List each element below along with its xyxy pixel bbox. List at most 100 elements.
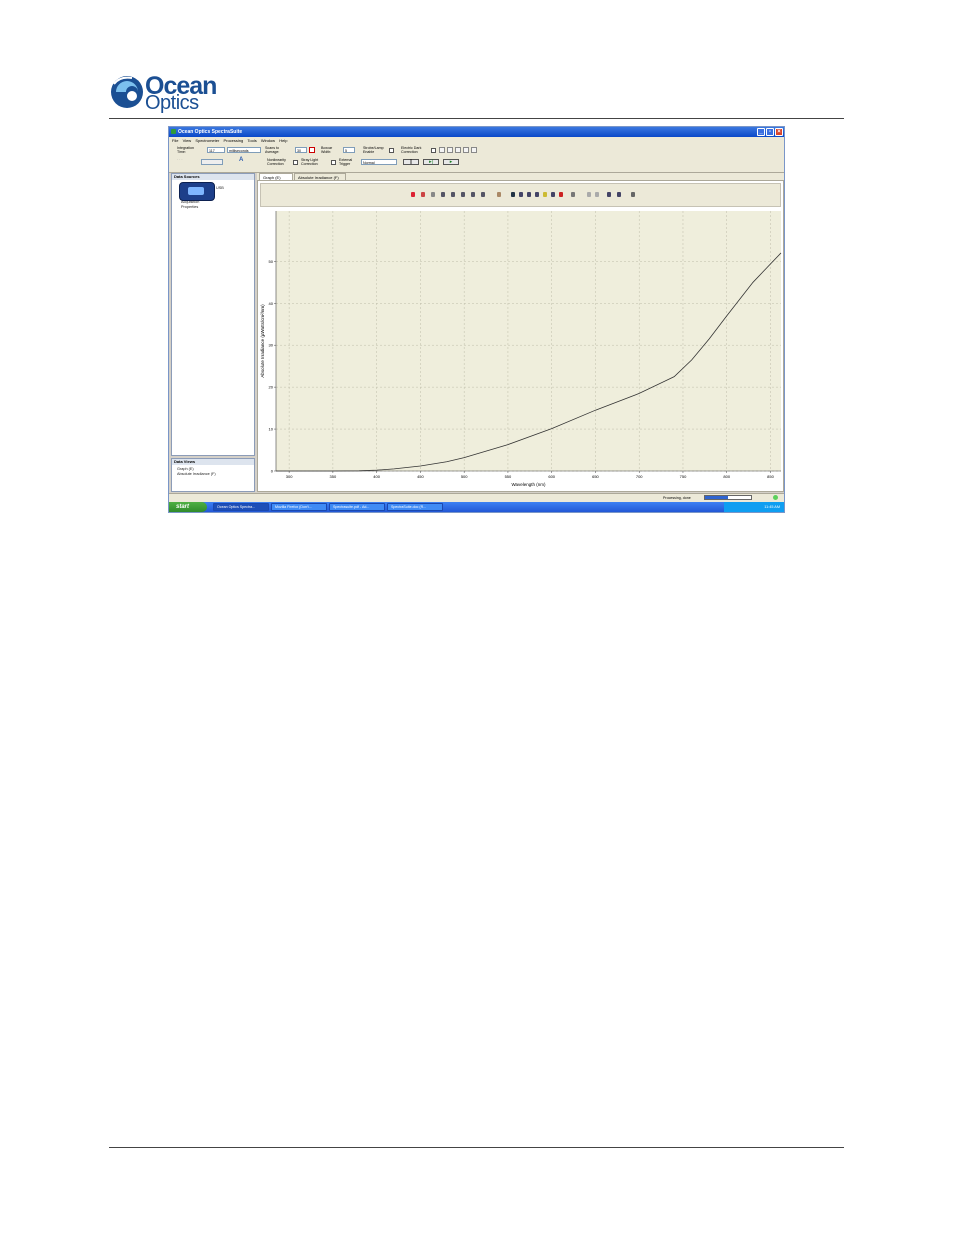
overlay-icon[interactable]	[551, 192, 555, 197]
menu-spectrometer[interactable]: Spectrometer	[195, 137, 219, 144]
x-tick-label: 650	[592, 474, 599, 479]
print-icon[interactable]	[519, 192, 523, 197]
delete-icon[interactable]	[559, 192, 563, 197]
menu-processing[interactable]: Processing	[223, 137, 243, 144]
zoom-in-icon[interactable]	[441, 192, 445, 197]
minimize-button[interactable]: _	[757, 128, 765, 136]
zoom-x-icon[interactable]	[461, 192, 465, 197]
strobe-lamp-label: Strobe/Lamp Enable	[363, 146, 384, 154]
chart-icon[interactable]	[607, 192, 611, 197]
status-text: Processing, done	[663, 496, 691, 500]
highlight-icon[interactable]	[543, 192, 547, 197]
graph-pane: 300 350 400 450 500 550 600 650 700 750 800 850 0 10…	[257, 180, 784, 492]
close-button[interactable]: ×	[775, 128, 783, 136]
store-dark-icon[interactable]	[439, 147, 445, 153]
clock: 11:45 AM	[764, 505, 780, 509]
windows-taskbar: start Ocean Optics Spectra... Mozilla Fi…	[169, 502, 784, 512]
integration-time-label: Integration Time:	[177, 146, 194, 154]
x-tick-label: 750	[680, 474, 687, 479]
integration-time-input[interactable]: 117	[207, 147, 225, 153]
tab-absolute-irradiance[interactable]: Absolute Irradiance (F)	[294, 173, 346, 180]
data-sources-title: Data Sources	[172, 174, 254, 180]
task-spectrasuite[interactable]: Ocean Optics Spectra...	[213, 503, 269, 511]
boxcar-width-input[interactable]: 5	[343, 147, 355, 153]
electric-dark-label: Electric Dark Correction	[401, 146, 422, 154]
x-tick-label: 850	[767, 474, 774, 479]
back-icon[interactable]	[587, 192, 591, 197]
save-icon[interactable]	[511, 192, 515, 197]
cursor-icon[interactable]	[411, 192, 415, 197]
forward-icon[interactable]	[595, 192, 599, 197]
strobe-lamp-checkbox[interactable]	[389, 148, 394, 153]
graph-toolbar	[260, 183, 781, 207]
zoom-out-icon[interactable]	[451, 192, 455, 197]
device-label: USB	[216, 186, 224, 190]
annotation-icon[interactable]	[497, 192, 501, 197]
x-tick-label: 600	[548, 474, 555, 479]
pan-icon[interactable]	[481, 192, 485, 197]
tab-graph[interactable]: Graph (E)	[259, 173, 293, 180]
y-tick-label: 40	[269, 301, 274, 306]
tree-item-acquisition[interactable]: Acquisition	[181, 200, 199, 204]
store-reference-icon[interactable]	[447, 147, 453, 153]
maximize-button[interactable]: ▫	[766, 128, 774, 136]
view-item-irradiance[interactable]: Absolute Irradiance (F)	[177, 472, 216, 476]
x-axis-label: Wavelength (nm)	[511, 482, 546, 487]
absorbance-icon[interactable]	[455, 147, 461, 153]
boxcar-width-label: Boxcar Width:	[321, 146, 333, 154]
scans-to-average-label: Scans to Average:	[265, 146, 280, 154]
menu-window[interactable]: Window	[261, 137, 275, 144]
ocean-optics-logo: Ocean Optics	[108, 70, 238, 114]
logo-swirl-icon	[111, 76, 143, 108]
layers-icon[interactable]	[431, 192, 435, 197]
dropdown-icon[interactable]	[631, 192, 635, 197]
trigger-mode-select[interactable]: Normal	[361, 159, 397, 165]
title-bar: Ocean Optics SpectraSuite _ ▫ ×	[169, 127, 784, 137]
menu-bar: File View Spectrometer Processing Tools …	[169, 137, 784, 144]
electric-dark-checkbox[interactable]	[431, 148, 436, 153]
app-icon	[171, 129, 176, 134]
scans-to-average-input[interactable]: 30	[295, 147, 307, 153]
data-views-panel: Data Views Graph (E) Absolute Irradiance…	[171, 458, 255, 492]
zoom-y-icon[interactable]	[471, 192, 475, 197]
grid-icon[interactable]	[421, 192, 425, 197]
task-word[interactable]: SpectraSuite.doc (R...	[387, 503, 443, 511]
y-axis-label: Absolute Irradiance (µWatts/cm²/nm)	[260, 304, 265, 378]
stop-average-icon[interactable]	[309, 147, 315, 153]
status-light-icon	[773, 495, 778, 500]
window-title: Ocean Optics SpectraSuite	[178, 129, 243, 135]
menu-help[interactable]: Help	[279, 137, 287, 144]
stray-light-label: Stray Light Correction	[301, 158, 319, 166]
integration-unit-select[interactable]: milliseconds	[227, 147, 261, 153]
menu-tools[interactable]: Tools	[247, 137, 256, 144]
single-acquire-button[interactable]: ▸|	[423, 159, 439, 165]
task-firefox[interactable]: Mozilla Firefox (Don't...	[271, 503, 327, 511]
x-tick-label: 800	[723, 474, 730, 479]
menu-view[interactable]: View	[183, 137, 192, 144]
nonlinearity-checkbox[interactable]	[293, 160, 298, 165]
y-tick-label: 20	[269, 385, 274, 390]
font-a-icon[interactable]: A	[239, 157, 243, 163]
stray-light-checkbox[interactable]	[331, 160, 336, 165]
spectrometer-device-icon[interactable]	[179, 182, 215, 201]
tree-item-properties[interactable]: Properties	[181, 205, 198, 209]
view-item-graph[interactable]: Graph (E)	[177, 467, 194, 471]
refresh-icon[interactable]	[571, 192, 575, 197]
x-tick-label: 400	[373, 474, 380, 479]
y-tick-label: 50	[269, 259, 274, 264]
transmission-icon[interactable]	[463, 147, 469, 153]
task-acrobat[interactable]: Spectrasuite.pdf - Ad...	[329, 503, 385, 511]
start-button[interactable]: start	[169, 502, 207, 512]
system-tray: 11:45 AM	[724, 502, 784, 512]
external-trigger-label: External Trigger	[339, 158, 353, 166]
irradiance-chart: 300 350 400 450 500 550 600 650 700 750 800 850 010…	[258, 209, 783, 491]
irradiance-icon[interactable]	[471, 147, 477, 153]
menu-file[interactable]: File	[172, 137, 178, 144]
copy-icon[interactable]	[527, 192, 531, 197]
acquisition-toolbar: Integration Time: 117 milliseconds Scans…	[169, 144, 784, 173]
info-icon[interactable]	[617, 192, 621, 197]
continuous-acquire-button[interactable]: ▸	[443, 159, 459, 165]
pause-button[interactable]: ∥	[403, 159, 419, 165]
x-tick-label: 450	[417, 474, 424, 479]
export-icon[interactable]	[535, 192, 539, 197]
